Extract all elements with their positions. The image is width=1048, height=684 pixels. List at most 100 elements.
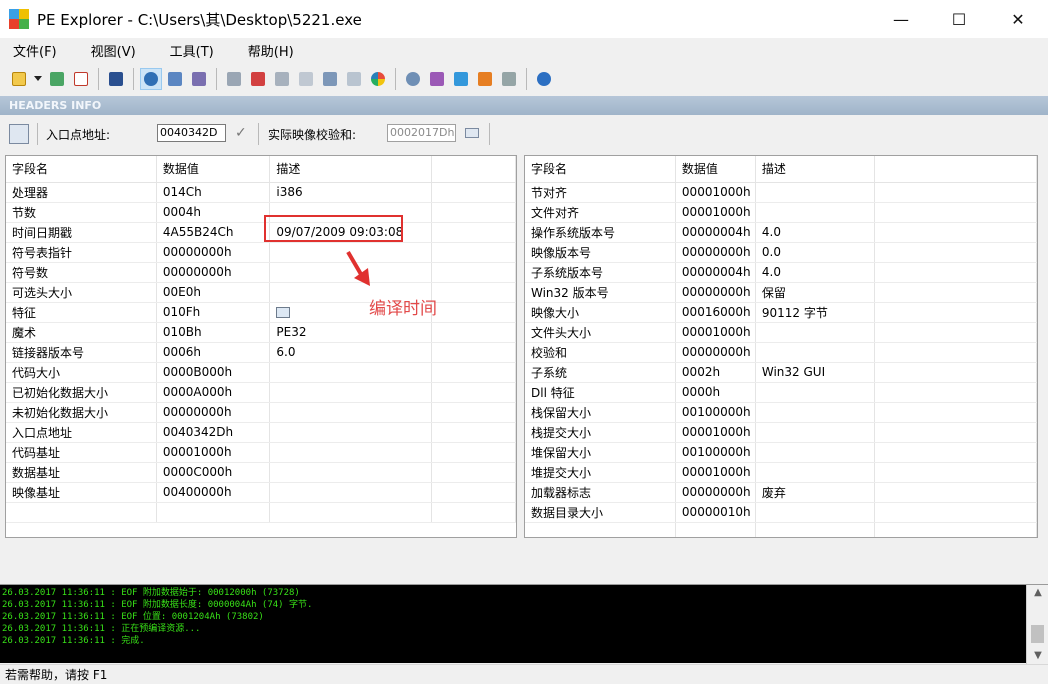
table-row[interactable]: 映像版本号 00000000h 0.0 [525,242,1037,263]
table-row[interactable]: 校验和 00000000h [525,342,1037,363]
resource-icon[interactable] [271,68,293,90]
open-icon[interactable] [8,68,30,90]
export-icon[interactable] [223,68,245,90]
menu-tools[interactable]: 工具(T) [160,41,224,60]
table-row[interactable]: 节对齐 00001000h [525,182,1037,203]
table-row[interactable]: 处理器 014Ch i386 [6,182,516,203]
field-name-cell: 处理器 [6,182,157,203]
entry-point-input[interactable]: 0040342D [157,124,226,142]
color-icon[interactable] [367,68,389,90]
tools-icon[interactable] [426,68,448,90]
data-value-cell: 00400000h [156,482,271,503]
close-button[interactable]: ✕ [989,0,1047,38]
table-row[interactable]: 子系统版本号 00000004h 4.0 [525,262,1037,283]
table-row[interactable]: 子系统 0002h Win32 GUI [525,362,1037,383]
empty-cell [874,202,1037,223]
column-header[interactable]: 数据值 [675,156,756,183]
description-cell [269,482,432,503]
column-header[interactable]: 描述 [269,156,432,183]
minimize-button[interactable]: — [872,0,930,38]
data-value-cell: 00000004h [675,222,756,243]
data-value-cell: 00016000h [675,302,756,323]
table-row[interactable]: 数据目录大小 00000010h [525,502,1037,523]
column-header-empty[interactable] [874,156,1037,183]
description-cell [269,422,432,443]
list-icon[interactable] [188,68,210,90]
table-row[interactable]: 映像基址 00400000h [6,482,516,503]
empty-cell [269,502,432,523]
close-file-icon[interactable] [70,68,92,90]
table-row[interactable]: 节数 0004h [6,202,516,223]
info-icon[interactable] [140,68,162,90]
module-icon[interactable] [450,68,472,90]
table-row[interactable]: 未初始化数据大小 00000000h [6,402,516,423]
column-header-empty[interactable] [431,156,516,183]
data-value-cell: 00000000h [675,282,756,303]
log-scrollbar[interactable]: ▲ ▼ [1026,585,1048,664]
table-row[interactable]: 映像大小 00016000h 90112 字节 [525,302,1037,323]
toolbar-separator [37,123,38,145]
dependency-icon[interactable] [319,68,341,90]
import-icon[interactable] [247,68,269,90]
field-name-cell: 节数 [6,202,157,223]
table-row[interactable]: 文件头大小 00001000h [525,322,1037,343]
description-cell [269,382,432,403]
plugin2-icon[interactable] [498,68,520,90]
description-cell [755,382,876,403]
apply-check-icon[interactable]: ✓ [235,125,247,141]
table-row[interactable]: 符号表指针 00000000h [6,242,516,263]
table-row[interactable]: Win32 版本号 00000000h 保留 [525,282,1037,303]
table-row[interactable]: 已初始化数据大小 0000A000h [6,382,516,403]
table-row[interactable]: 加载器标志 00000000h 废弃 [525,482,1037,503]
maximize-button[interactable]: ☐ [930,0,988,38]
table-row[interactable]: 栈保留大小 00100000h [525,402,1037,423]
table-row[interactable]: 代码大小 0000B000h [6,362,516,383]
table-row[interactable]: 栈提交大小 00001000h [525,422,1037,443]
table-row[interactable]: 可选头大小 00E0h [6,282,516,303]
table-row[interactable]: 操作系统版本号 00000004h 4.0 [525,222,1037,243]
settings-icon[interactable] [402,68,424,90]
menu-file[interactable]: 文件(F) [3,41,67,60]
table-row[interactable]: 特征 010Fh [6,302,516,323]
column-header[interactable]: 字段名 [525,156,676,183]
table-row[interactable]: 魔术 010Bh PE32 [6,322,516,343]
data-value-cell: 00001000h [675,182,756,203]
column-header[interactable]: 字段名 [6,156,157,183]
table-row[interactable]: 堆保留大小 00100000h [525,442,1037,463]
diff-icon[interactable] [343,68,365,90]
table-row[interactable]: 时间日期戳 4A55B24Ch 09/07/2009 09:03:08 [6,222,516,243]
entry-icon[interactable] [9,124,29,144]
menu-view[interactable]: 视图(V) [81,41,146,60]
dropdown-arrow-icon[interactable] [32,68,44,90]
plugin-icon[interactable] [474,68,496,90]
empty-cell [431,442,516,463]
column-header[interactable]: 描述 [755,156,876,183]
checksum-input[interactable]: 0002017Dh [387,124,456,142]
section-icon[interactable] [295,68,317,90]
table-row[interactable]: 入口点地址 0040342Dh [6,422,516,443]
toolbar-separator [216,68,217,90]
table-row[interactable]: 符号数 00000000h [6,262,516,283]
save-icon[interactable] [105,68,127,90]
menu-help[interactable]: 帮助(H) [238,41,304,60]
table-row[interactable]: 数据基址 0000C000h [6,462,516,483]
field-name-cell: 魔术 [6,322,157,343]
scroll-thumb[interactable] [1031,625,1044,643]
table-row[interactable]: 链接器版本号 0006h 6.0 [6,342,516,363]
help-icon[interactable] [533,68,555,90]
empty-cell [755,522,876,537]
tree-icon[interactable] [164,68,186,90]
table-row[interactable]: 代码基址 00001000h [6,442,516,463]
field-name-cell: 特征 [6,302,157,323]
toolbar-separator [133,68,134,90]
table-row[interactable]: 堆提交大小 00001000h [525,462,1037,483]
description-cell: 保留 [755,282,876,303]
field-name-cell: 符号表指针 [6,242,157,263]
table-row[interactable]: 文件对齐 00001000h [525,202,1037,223]
scroll-down-icon[interactable]: ▼ [1027,648,1048,664]
column-header[interactable]: 数据值 [156,156,271,183]
refresh-icon[interactable] [46,68,68,90]
table-row[interactable]: Dll 特征 0000h [525,382,1037,403]
scroll-up-icon[interactable]: ▲ [1027,585,1048,601]
calculator-icon[interactable] [465,128,479,138]
